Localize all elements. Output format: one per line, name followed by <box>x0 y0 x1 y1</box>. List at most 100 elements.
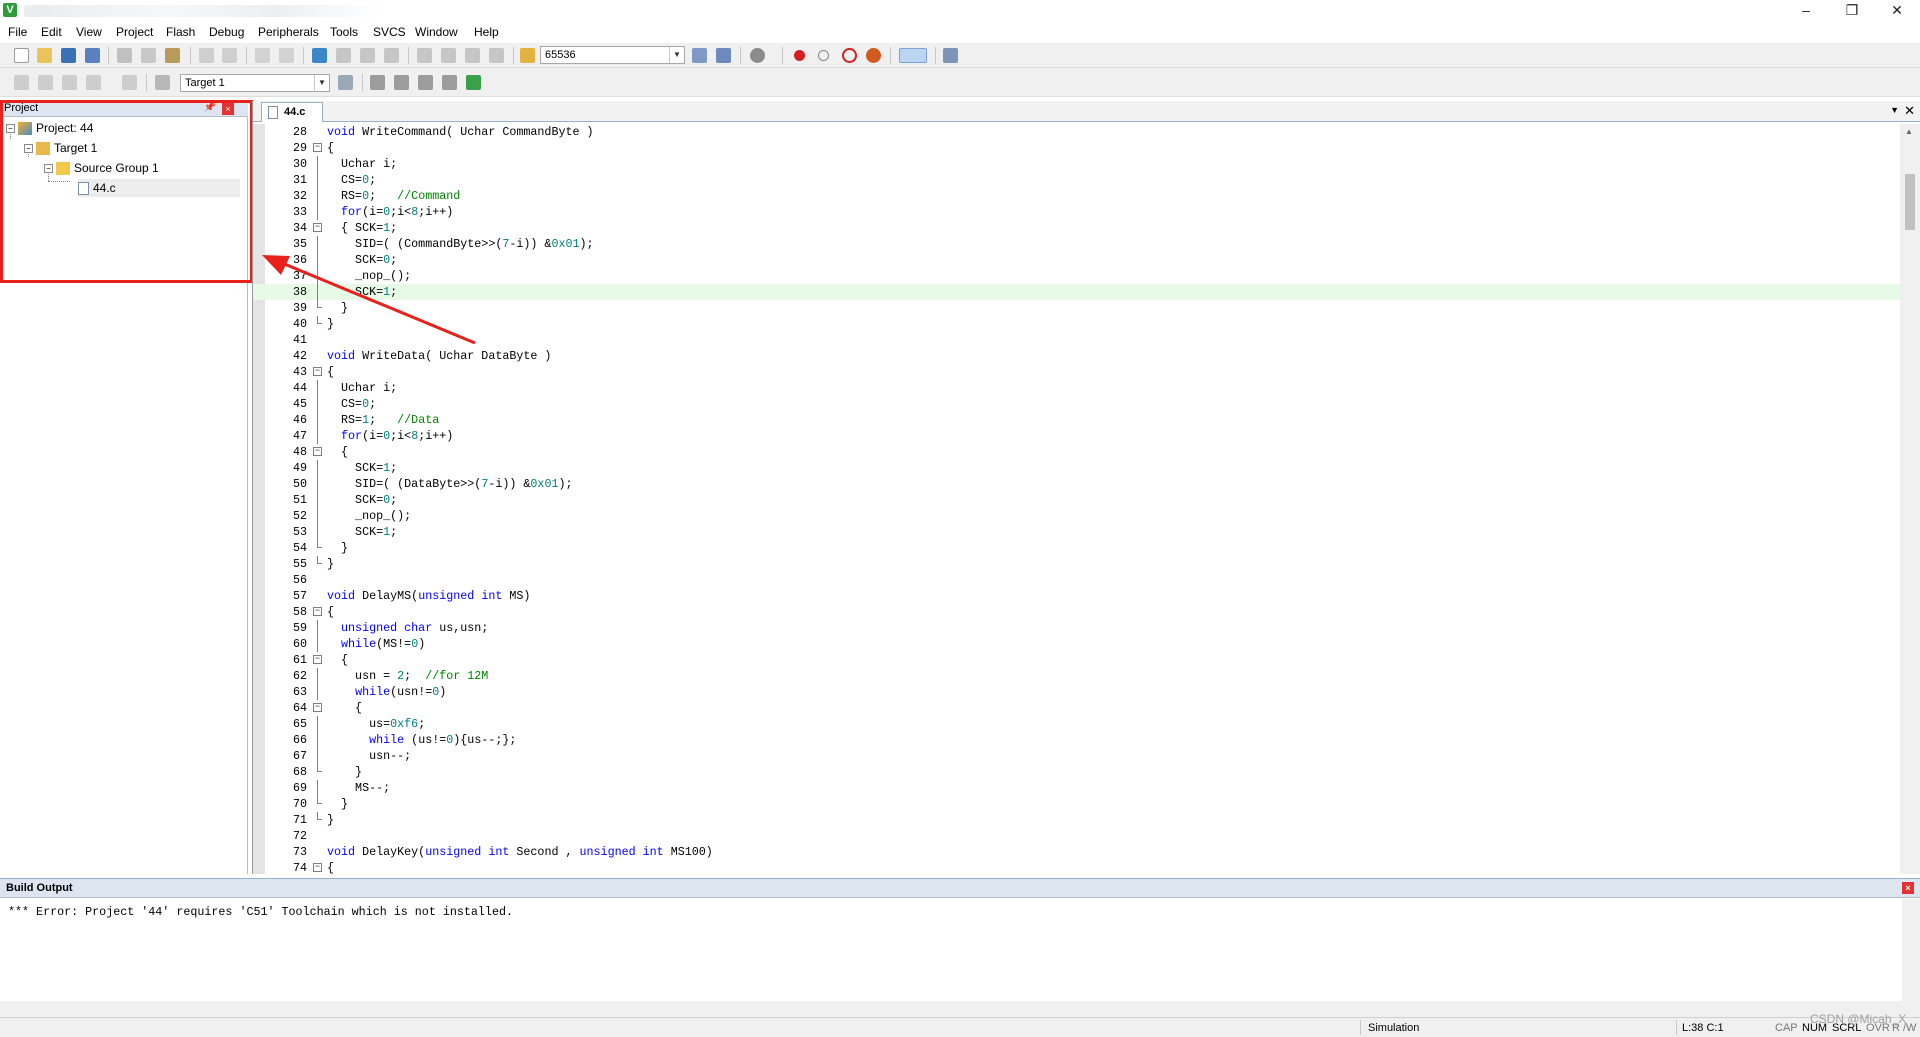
code-line[interactable]: 35 SID=( (CommandByte>>(7-i)) &0x01); <box>253 236 1901 252</box>
stop-build-icon[interactable] <box>122 75 137 90</box>
cut-icon[interactable] <box>117 48 132 63</box>
fold-toggle-icon[interactable]: − <box>313 223 322 232</box>
code-line[interactable]: 65 us=0xf6; <box>253 716 1901 732</box>
navigate-forward-icon[interactable] <box>279 48 294 63</box>
select-packs-icon[interactable] <box>394 75 409 90</box>
code-line[interactable]: 50 SID=( (DataByte>>(7-i)) &0x01); <box>253 476 1901 492</box>
code-line[interactable]: 62 usn = 2; //for 12M <box>253 668 1901 684</box>
code-line[interactable]: 32 RS=0; //Command <box>253 188 1901 204</box>
pack-installer-icon[interactable] <box>442 75 457 90</box>
code-line[interactable]: 70 } <box>253 796 1901 812</box>
chevron-down-icon[interactable]: ▼ <box>314 75 329 91</box>
clear-bookmarks-icon[interactable] <box>384 48 399 63</box>
code-line[interactable]: 48− { <box>253 444 1901 460</box>
code-line[interactable]: 69 MS--; <box>253 780 1901 796</box>
code-line[interactable]: 40} <box>253 316 1901 332</box>
paste-icon[interactable] <box>165 48 180 63</box>
insert-breakpoint-icon[interactable] <box>794 50 805 61</box>
close-icon[interactable]: × <box>1902 882 1914 894</box>
code-line[interactable]: 71} <box>253 812 1901 828</box>
code-line[interactable]: 38 SCK=1; <box>253 284 1901 300</box>
build-output-horizontal-scrollbar[interactable] <box>0 1001 1920 1017</box>
code-line[interactable]: 74−{ <box>253 860 1901 874</box>
tab-list-icon[interactable]: ▼ <box>1890 105 1899 115</box>
code-line[interactable]: 49 SCK=1; <box>253 460 1901 476</box>
menu-help[interactable]: Help <box>474 25 499 39</box>
code-line[interactable]: 44 Uchar i; <box>253 380 1901 396</box>
kill-breakpoints-icon[interactable] <box>866 48 881 63</box>
menu-edit[interactable]: Edit <box>41 25 62 39</box>
code-line[interactable]: 60 while(MS!=0) <box>253 636 1901 652</box>
run-time-environment-icon[interactable] <box>418 75 433 90</box>
enable-breakpoint-icon[interactable] <box>818 50 829 61</box>
code-line[interactable]: 61− { <box>253 652 1901 668</box>
unindent-icon[interactable] <box>441 48 456 63</box>
redo-icon[interactable] <box>222 48 237 63</box>
code-line[interactable]: 46 RS=1; //Data <box>253 412 1901 428</box>
undo-icon[interactable] <box>199 48 214 63</box>
code-line[interactable]: 63 while(usn!=0) <box>253 684 1901 700</box>
translate-icon[interactable] <box>14 75 29 90</box>
code-line[interactable]: 56 <box>253 572 1901 588</box>
fold-toggle-icon[interactable]: − <box>313 607 322 616</box>
code-line[interactable]: 52 _nop_(); <box>253 508 1901 524</box>
menu-peripherals[interactable]: Peripherals <box>258 25 319 39</box>
scroll-thumb[interactable] <box>1905 174 1915 230</box>
code-line[interactable]: 29−{ <box>253 140 1901 156</box>
target-combo[interactable]: Target 1 ▼ <box>180 74 330 92</box>
download-icon[interactable] <box>155 75 170 90</box>
uncomment-icon[interactable] <box>489 48 504 63</box>
code-line[interactable]: 34− { SCK=1; <box>253 220 1901 236</box>
close-window-button[interactable]: ✕ <box>1874 0 1920 22</box>
bookmark-icon[interactable] <box>312 48 327 63</box>
code-line[interactable]: 47 for(i=0;i<8;i++) <box>253 428 1901 444</box>
target-options-icon[interactable] <box>338 75 353 90</box>
fold-toggle-icon[interactable]: − <box>313 367 322 376</box>
code-line[interactable]: 66 while (us!=0){us--;}; <box>253 732 1901 748</box>
build-icon[interactable] <box>38 75 53 90</box>
code-line[interactable]: 30 Uchar i; <box>253 156 1901 172</box>
incremental-find-icon[interactable] <box>716 48 731 63</box>
save-all-icon[interactable] <box>85 48 100 63</box>
disable-breakpoints-icon[interactable] <box>842 48 857 63</box>
new-file-icon[interactable] <box>14 48 29 63</box>
code-line[interactable]: 57 void DelayMS(unsigned int MS) <box>253 588 1901 604</box>
window-layout-icon[interactable] <box>899 48 927 63</box>
indent-icon[interactable] <box>417 48 432 63</box>
code-line[interactable]: 64− { <box>253 700 1901 716</box>
fold-toggle-icon[interactable]: − <box>313 863 322 872</box>
code-line[interactable]: 42 void WriteData( Uchar DataByte ) <box>253 348 1901 364</box>
configure-icon[interactable] <box>943 48 958 63</box>
navigate-back-icon[interactable] <box>255 48 270 63</box>
code-line[interactable]: 73 void DelayKey(unsigned int Second , un… <box>253 844 1901 860</box>
manage-project-items-icon[interactable] <box>370 75 385 90</box>
menu-tools[interactable]: Tools <box>330 25 358 39</box>
minimize-button[interactable]: – <box>1783 0 1829 22</box>
copy-icon[interactable] <box>141 48 156 63</box>
code-line[interactable]: 31 CS=0; <box>253 172 1901 188</box>
code-line[interactable]: 68 } <box>253 764 1901 780</box>
code-line[interactable]: 51 SCK=0; <box>253 492 1901 508</box>
find-combo[interactable]: 65536 ▼ <box>540 46 685 64</box>
find-in-files-icon[interactable] <box>520 48 535 63</box>
prev-bookmark-icon[interactable] <box>336 48 351 63</box>
menu-flash[interactable]: Flash <box>166 25 195 39</box>
tab-44c[interactable]: 44.c <box>261 102 323 122</box>
editor-vertical-scrollbar[interactable]: ▲ <box>1900 124 1920 874</box>
fold-toggle-icon[interactable]: − <box>313 655 322 664</box>
code-line[interactable]: 54 } <box>253 540 1901 556</box>
code-line[interactable]: 67 usn--; <box>253 748 1901 764</box>
menu-project[interactable]: Project <box>116 25 153 39</box>
code-line[interactable]: 37 _nop_(); <box>253 268 1901 284</box>
code-line[interactable]: 36 SCK=0; <box>253 252 1901 268</box>
build-output-vertical-scrollbar[interactable] <box>1902 899 1920 1001</box>
close-tab-icon[interactable]: ✕ <box>1904 103 1915 119</box>
fold-toggle-icon[interactable]: − <box>313 703 322 712</box>
menu-svcs[interactable]: SVCS <box>373 25 406 39</box>
code-line[interactable]: 72 <box>253 828 1901 844</box>
code-line[interactable]: 58−{ <box>253 604 1901 620</box>
code-line[interactable]: 55} <box>253 556 1901 572</box>
menu-file[interactable]: File <box>8 25 27 39</box>
code-line[interactable]: 28 void WriteCommand( Uchar CommandByte ) <box>253 124 1901 140</box>
next-bookmark-icon[interactable] <box>360 48 375 63</box>
